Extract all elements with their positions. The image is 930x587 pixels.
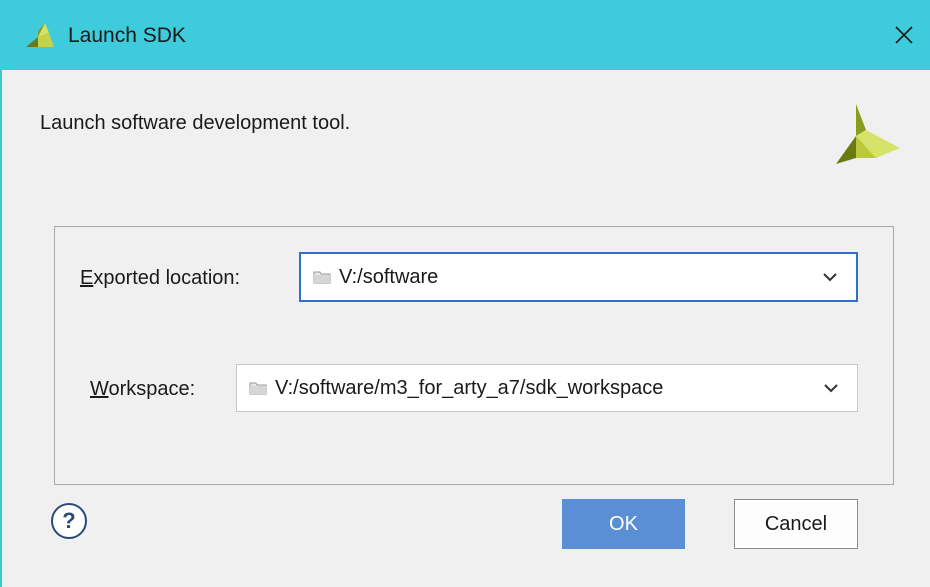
cancel-button[interactable]: Cancel [734,499,858,549]
launch-sdk-dialog: Launch SDK Launch software development t… [0,0,930,587]
ok-button[interactable]: OK [562,499,685,549]
workspace-combo[interactable]: V:/software/m3_for_arty_a7/sdk_workspace [236,364,858,412]
chevron-down-icon[interactable] [823,383,839,393]
close-button[interactable] [878,0,930,70]
workspace-value: V:/software/m3_for_arty_a7/sdk_workspace [275,376,664,399]
dialog-description: Launch software development tool. [40,112,351,134]
exported-location-combo[interactable]: V:/software [299,252,858,302]
close-icon [895,26,913,44]
exported-location-label: Exported location: [80,267,241,289]
workspace-label: Workspace: [90,378,196,400]
xilinx-logo-icon [26,23,54,47]
folder-icon [313,271,331,284]
chevron-down-icon[interactable] [822,272,838,282]
xilinx-brand-logo-icon [836,104,900,164]
help-button[interactable]: ? [51,503,87,539]
folder-icon [249,382,267,395]
window-title: Launch SDK [68,24,186,47]
exported-location-value: V:/software [339,265,439,288]
window-left-border [0,0,2,587]
help-icon: ? [62,508,76,533]
title-bar[interactable]: Launch SDK [0,0,930,70]
